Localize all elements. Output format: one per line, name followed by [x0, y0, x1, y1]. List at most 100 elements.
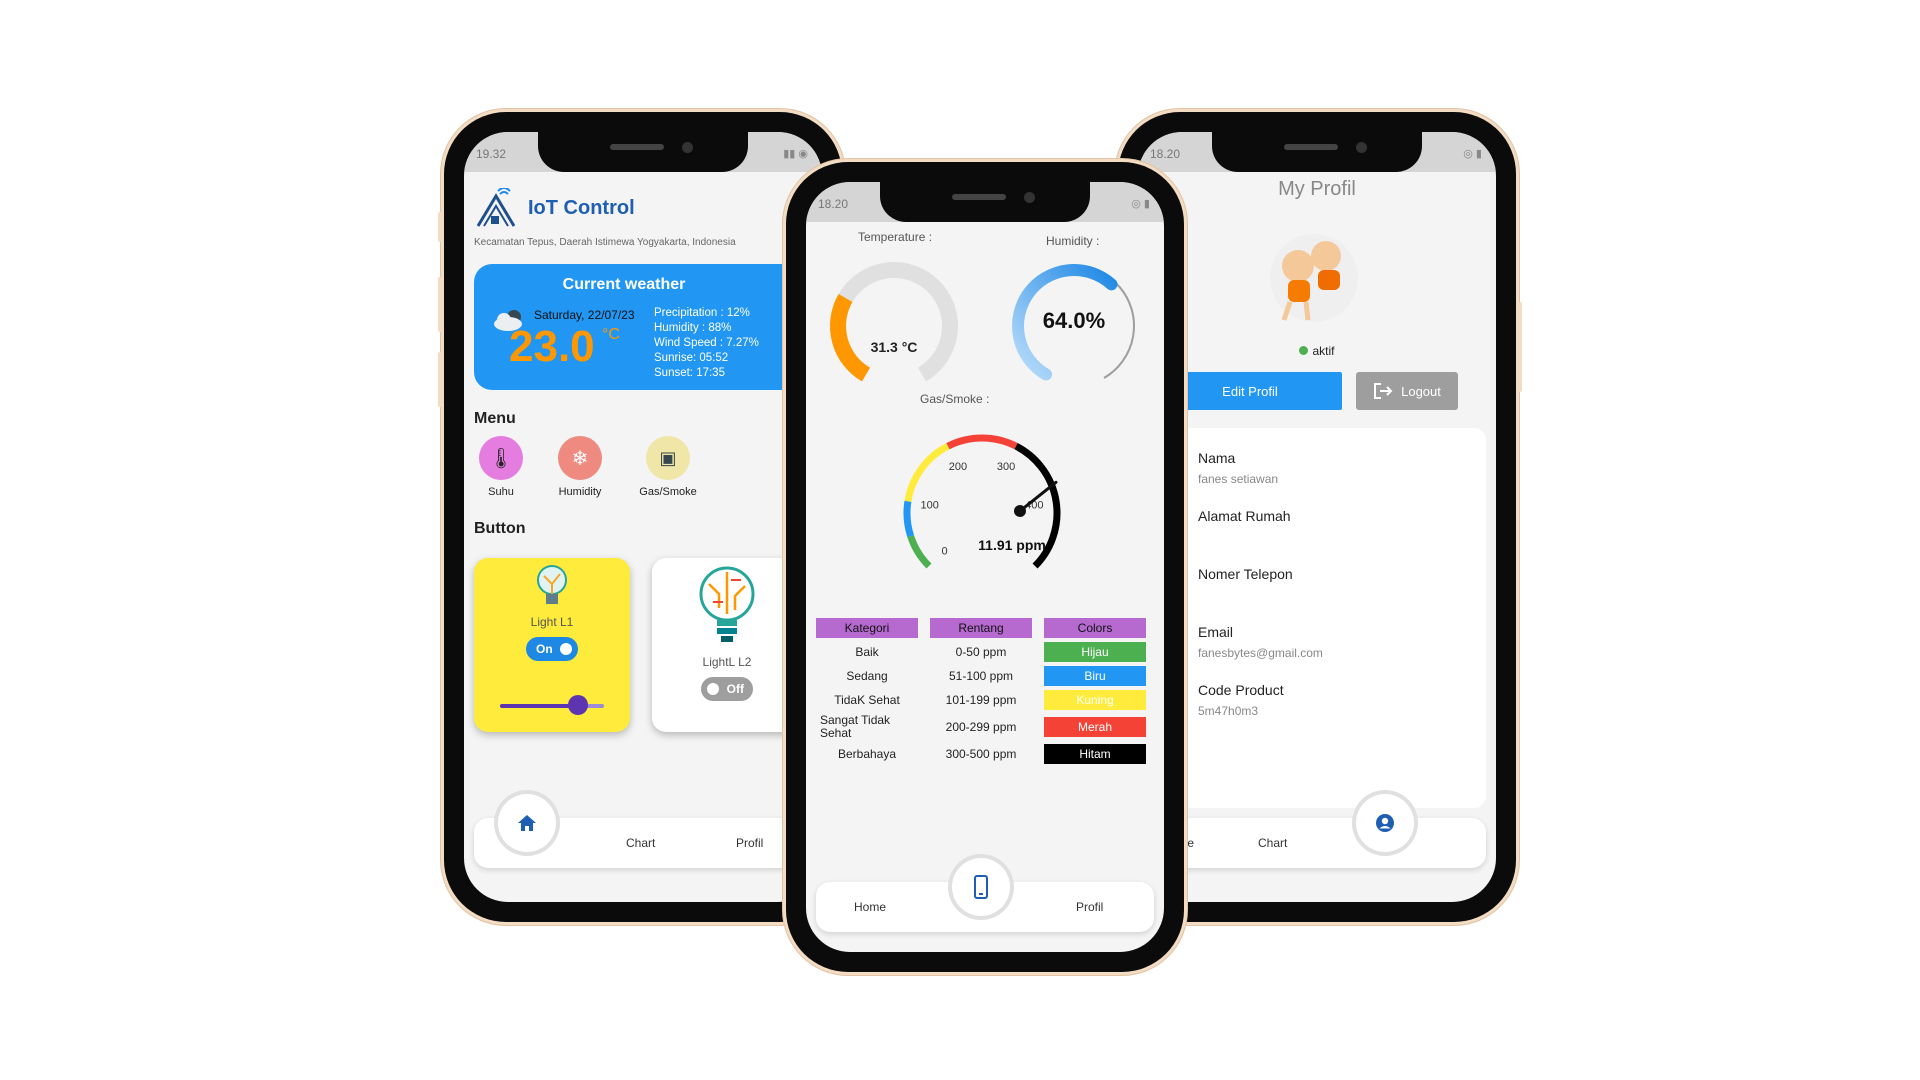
gauge-fill	[830, 294, 871, 382]
field-label: Email	[1198, 624, 1234, 640]
status-text: aktif	[1312, 344, 1335, 358]
light-toggle-l1[interactable]: On	[526, 637, 578, 661]
humidity-gauge: 64.0%	[1012, 264, 1135, 381]
table-cell-kategori: Berbahaya	[837, 747, 897, 761]
gauge-band-0	[907, 534, 932, 569]
table-cell-color: Hitam	[1044, 744, 1146, 764]
light-toggle-l2[interactable]: Off	[701, 677, 753, 701]
menu-item-label: Suhu	[488, 486, 514, 498]
logout-icon	[1374, 383, 1393, 399]
temperature-value: 31.3 °C	[871, 339, 918, 355]
table-cell-color: Biru	[1044, 666, 1146, 686]
bottom-nav: Home Profil	[816, 858, 1154, 932]
table-cell-kategori: TidaK Sehat	[834, 693, 900, 707]
gauge-tick-label: 0	[941, 545, 947, 557]
gauge-tick-label: 300	[997, 461, 1015, 473]
slider-knob[interactable]	[568, 695, 588, 715]
phone-home: 19.32 ▮▮ ◉ IoT Control Kecamatan Tepus, …	[438, 112, 842, 922]
humidity-label: Humidity :	[1046, 234, 1100, 248]
light-card-l2[interactable]: LightL L2 Off	[652, 558, 802, 732]
status-time: 18.20	[818, 197, 849, 211]
table-cell-kategori: Baik	[855, 645, 879, 659]
brightness-slider[interactable]	[500, 695, 604, 715]
menu-heading: Menu	[474, 410, 516, 427]
weather-humidity: Humidity : 88%	[654, 322, 732, 334]
table-cell-kategori: Sangat Tidak Sehat	[820, 713, 891, 740]
home-screen: 19.32 ▮▮ ◉ IoT Control Kecamatan Tepus, …	[464, 132, 822, 902]
gauge-tick-label: 100	[920, 500, 938, 512]
phone-side-button	[1517, 302, 1522, 392]
light-card-l1[interactable]: Light L1 On	[474, 558, 630, 732]
table-cell-rentang: 300-500 ppm	[945, 747, 1017, 761]
lightbulb-icon	[537, 565, 567, 604]
smartphone-icon	[974, 875, 988, 899]
table-header: Rentang	[930, 618, 1032, 638]
weather-date: Saturday, 22/07/23	[534, 308, 635, 322]
phone-side-button	[438, 277, 443, 332]
light-name: Light L1	[530, 615, 574, 629]
status-dot	[1299, 346, 1309, 355]
page-title: My Profil	[1278, 178, 1356, 200]
field-label: Nama	[1198, 450, 1236, 466]
nav-home[interactable]: Home	[854, 900, 886, 914]
thermometer-icon: 🌡	[479, 436, 523, 480]
menu-item-gas-smoke[interactable]: ▣ Gas/Smoke	[628, 436, 708, 498]
gauge-tick-label: 200	[949, 461, 967, 473]
app-title: IoT Control	[528, 196, 635, 219]
menu-item-suhu[interactable]: 🌡 Suhu	[464, 436, 541, 498]
table-cell-rentang: 200-299 ppm	[945, 720, 1017, 734]
table-cell-kategori: Sedang	[846, 669, 888, 683]
lightbulb-circuit-icon	[699, 566, 755, 642]
notch	[538, 132, 748, 172]
table-cell-rentang: 51-100 ppm	[948, 669, 1014, 683]
gas-value: 11.91 ppm	[978, 537, 1046, 553]
temperature-label: Temperature :	[858, 230, 933, 244]
gauge-band-1	[903, 500, 915, 538]
nav-profil[interactable]: Profil	[736, 836, 763, 850]
edit-profile-button[interactable]: Edit Profil	[1158, 372, 1342, 410]
field-code-product: Code Product 5m47h0m3	[1198, 682, 1284, 718]
table-cell-rentang: 0-50 ppm	[955, 645, 1007, 659]
field-alamat: Alamat Rumah	[1198, 508, 1291, 524]
table-header: Colors	[1044, 618, 1146, 638]
table-row: Sangat Tidak Sehat 200-299 ppm Merah	[816, 714, 1162, 740]
mockup-stage: 19.32 ▮▮ ◉ IoT Control Kecamatan Tepus, …	[0, 0, 1920, 1080]
nav-home-button[interactable]	[498, 794, 556, 852]
snowflake-icon: ❄	[558, 436, 602, 480]
iot-house-icon	[476, 188, 516, 227]
toggle-state: Off	[726, 682, 744, 696]
home-icon	[518, 815, 536, 831]
field-label: Nomer Telepon	[1198, 566, 1293, 582]
field-label: Alamat Rumah	[1198, 508, 1291, 524]
table-header-row: Kategori Rentang Colors	[816, 618, 1162, 638]
gauge-band-2	[904, 443, 950, 502]
weather-stats: Precipitation : 12% Humidity : 88% Wind …	[654, 306, 759, 381]
table-row: TidaK Sehat 101-199 ppm Kuning	[816, 690, 1162, 710]
field-value: fanesbytes@gmail.com	[1198, 646, 1323, 660]
logout-button[interactable]: Logout	[1356, 372, 1458, 410]
menu-item-label: Humidity	[558, 486, 602, 498]
field-telepon: Nomer Telepon	[1198, 566, 1293, 582]
toggle-state: On	[536, 642, 553, 656]
table-cell-rentang: 101-199 ppm	[945, 693, 1017, 707]
phone-side-button	[438, 352, 443, 407]
table-body: Baik 0-50 ppm Hijau Sedang 51-100 ppm Biru Tid…	[816, 642, 1162, 764]
light-name: LightL L2	[702, 655, 752, 669]
weather-temperature: 23.0	[509, 322, 595, 371]
gauge-hub	[1014, 505, 1026, 517]
menu-item-humidity[interactable]: ❄ Humidity	[540, 436, 620, 498]
nav-profil[interactable]: Profil	[1076, 900, 1103, 914]
nav-chart[interactable]: Chart	[626, 836, 655, 850]
nav-device-button[interactable]	[952, 858, 1010, 916]
nav-chart[interactable]: Chart	[1258, 836, 1287, 850]
field-nama: Nama fanes setiawan	[1198, 450, 1278, 486]
avatar	[1270, 234, 1358, 322]
gas-category-table: Kategori Rentang Colors Baik 0-50 ppm Hija…	[816, 618, 1162, 768]
weather-sunrise: Sunrise: 05:52	[654, 352, 729, 364]
temperature-gauge: 31.3 °C	[830, 262, 958, 382]
nav-profile-button[interactable]	[1356, 794, 1414, 852]
button-heading: Button	[474, 520, 526, 537]
user-status: aktif	[1138, 344, 1496, 358]
status-icons: ◎ ▮	[1131, 198, 1150, 210]
field-value: 5m47h0m3	[1198, 704, 1259, 718]
